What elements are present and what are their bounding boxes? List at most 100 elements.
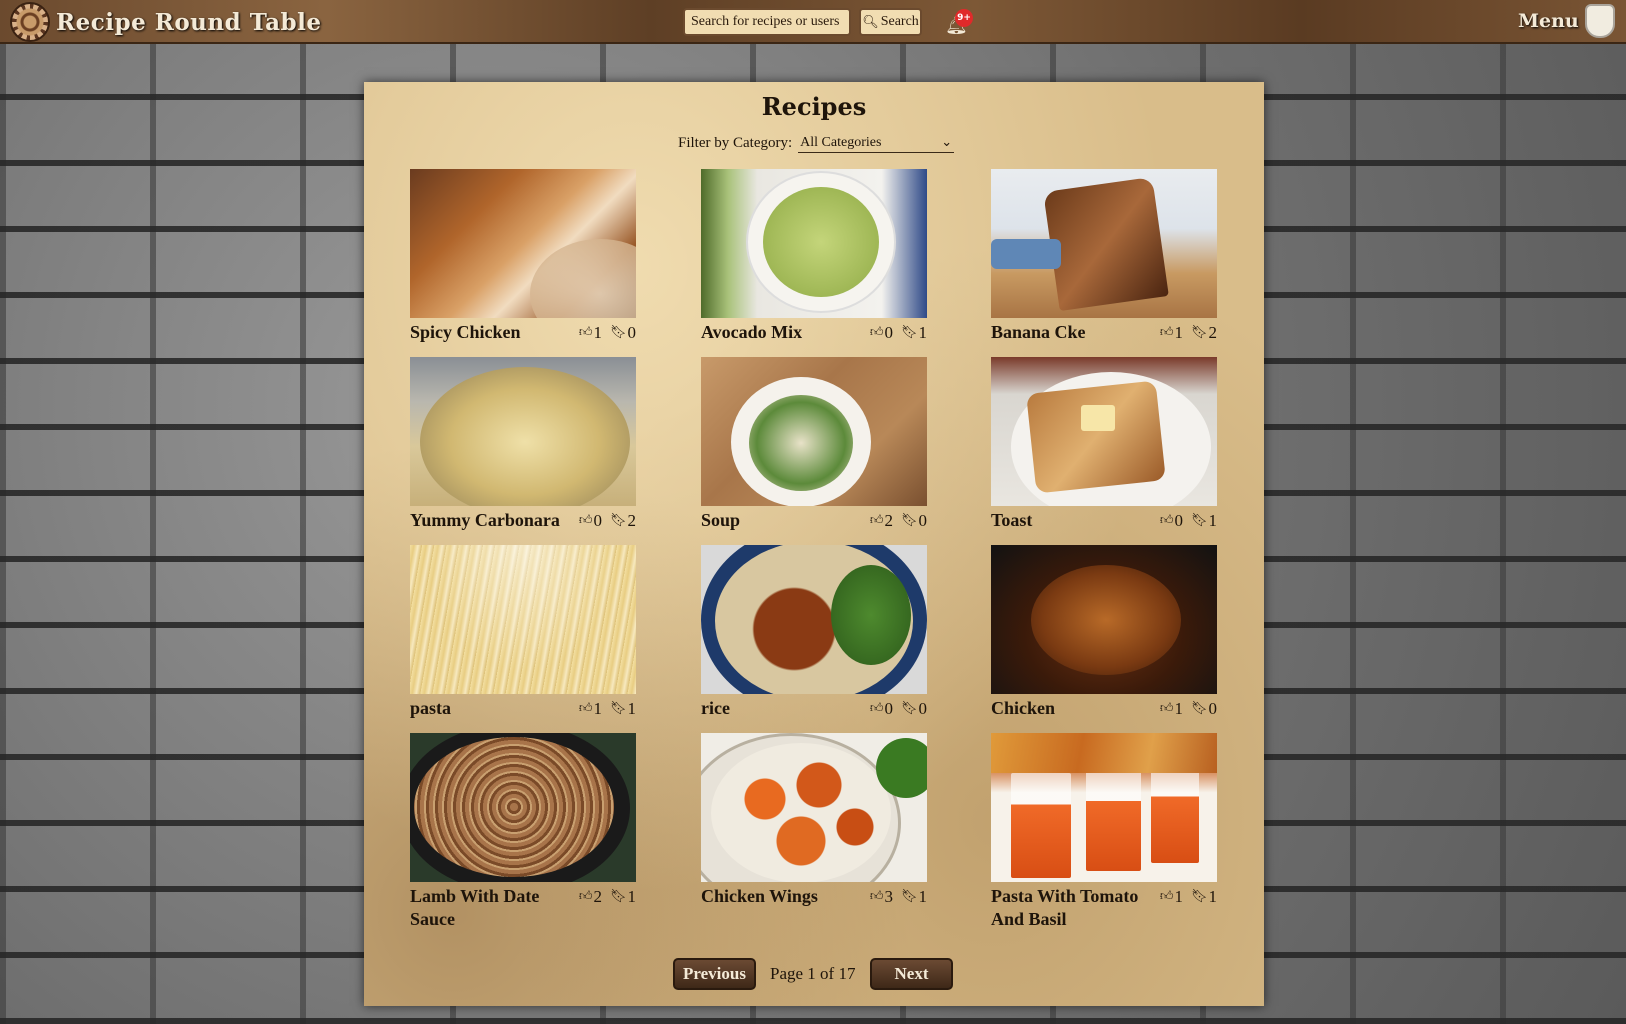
bookmark-icon: 🔖︎ (609, 701, 627, 716)
recipe-image[interactable] (410, 357, 636, 506)
save-count: 0 (1208, 699, 1218, 718)
save-count: 1 (1208, 511, 1218, 530)
thumbs-up-icon: 👍︎ (1159, 325, 1174, 340)
recipe-title[interactable]: Spicy Chicken (410, 321, 560, 344)
recipe-card[interactable]: Lamb With Date Sauce 👍︎ 2 🔖︎ 1 (410, 733, 636, 931)
recipe-title[interactable]: Chicken (991, 697, 1141, 720)
thumbs-up-icon: 👍︎ (578, 889, 593, 904)
recipe-card[interactable]: Spicy Chicken 👍︎ 1 🔖︎ 0 (410, 169, 636, 344)
recipe-title[interactable]: Chicken Wings (701, 885, 851, 908)
like-button[interactable]: 👍︎ 0 (870, 697, 893, 720)
bookmark-button[interactable]: 🔖︎ 0 (1191, 697, 1217, 720)
recipe-image[interactable] (410, 733, 636, 882)
recipe-image[interactable] (410, 169, 636, 318)
like-button[interactable]: 👍︎ 0 (870, 321, 893, 344)
like-button[interactable]: 👍︎ 0 (579, 509, 602, 532)
bookmark-button[interactable]: 🔖︎ 2 (610, 509, 636, 532)
recipe-card[interactable]: Pasta With Tomato And Basil 👍︎ 1 🔖︎ 1 (991, 733, 1217, 931)
bookmark-button[interactable]: 🔖︎ 1 (610, 885, 636, 908)
next-button[interactable]: Next (870, 958, 953, 990)
recipe-image[interactable] (410, 545, 636, 694)
bookmark-button[interactable]: 🔖︎ 0 (901, 509, 927, 532)
search-input[interactable]: Search for recipes or users (683, 8, 851, 36)
recipe-title[interactable]: pasta (410, 697, 560, 720)
category-select[interactable]: All Categories ⌄ (798, 133, 955, 153)
recipe-title[interactable]: Pasta With Tomato And Basil (991, 885, 1141, 931)
recipe-title[interactable]: Soup (701, 509, 851, 532)
recipe-title[interactable]: Yummy Carbonara (410, 509, 560, 532)
like-button[interactable]: 👍︎ 1 (1160, 885, 1183, 908)
recipe-card[interactable]: Toast 👍︎ 0 🔖︎ 1 (991, 357, 1217, 532)
page-indicator: Page 1 of 17 (770, 964, 856, 983)
menu-button[interactable]: Menu (1518, 4, 1615, 38)
like-button[interactable]: 👍︎ 2 (870, 509, 893, 532)
recipe-card[interactable]: Chicken 👍︎ 1 🔖︎ 0 (991, 545, 1217, 720)
recipe-title[interactable]: Banana Cke (991, 321, 1141, 344)
recipe-image[interactable] (701, 733, 927, 882)
like-count: 2 (884, 511, 893, 530)
recipe-title[interactable]: Avocado Mix (701, 321, 851, 344)
recipe-image[interactable] (991, 733, 1217, 882)
like-count: 0 (593, 511, 602, 530)
recipe-card[interactable]: Chicken Wings 👍︎ 3 🔖︎ 1 (701, 733, 927, 908)
save-count: 1 (627, 887, 637, 906)
bookmark-icon: 🔖︎ (609, 889, 627, 904)
bookmark-icon: 🔖︎ (1190, 325, 1208, 340)
bookmark-button[interactable]: 🔖︎ 1 (1191, 509, 1217, 532)
bookmark-icon: 🔖︎ (1190, 701, 1208, 716)
recipe-card[interactable]: Banana Cke 👍︎ 1 🔖︎ 2 (991, 169, 1217, 344)
recipe-card[interactable]: Yummy Carbonara 👍︎ 0 🔖︎ 2 (410, 357, 636, 532)
recipe-card[interactable]: Soup 👍︎ 2 🔖︎ 0 (701, 357, 927, 532)
save-count: 0 (918, 511, 928, 530)
notifications-button[interactable]: 🔔︎ 9+ (943, 9, 973, 37)
bookmark-button[interactable]: 🔖︎ 0 (610, 321, 636, 344)
like-count: 1 (1174, 323, 1183, 342)
recipe-image[interactable] (701, 545, 927, 694)
bookmark-button[interactable]: 🔖︎ 0 (901, 697, 927, 720)
search-button-label: Search (880, 14, 919, 29)
bookmark-button[interactable]: 🔖︎ 2 (1191, 321, 1217, 344)
bookmark-button[interactable]: 🔖︎ 1 (901, 885, 927, 908)
like-button[interactable]: 👍︎ 1 (1160, 321, 1183, 344)
app-logo[interactable]: Recipe Round Table (10, 2, 321, 42)
recipe-title[interactable]: Lamb With Date Sauce (410, 885, 560, 931)
pagination: Previous Page 1 of 17 Next (364, 958, 1264, 990)
bookmark-button[interactable]: 🔖︎ 1 (610, 697, 636, 720)
search-button[interactable]: 🔍︎ Search (859, 8, 922, 36)
like-button[interactable]: 👍︎ 0 (1160, 509, 1183, 532)
like-button[interactable]: 👍︎ 2 (579, 885, 602, 908)
recipe-card[interactable]: rice 👍︎ 0 🔖︎ 0 (701, 545, 927, 720)
recipe-image[interactable] (991, 169, 1217, 318)
recipe-image[interactable] (701, 357, 927, 506)
thumbs-up-icon: 👍︎ (1159, 889, 1174, 904)
like-button[interactable]: 👍︎ 1 (1160, 697, 1183, 720)
round-table-logo-icon (10, 2, 50, 42)
top-bar: Recipe Round Table Search for recipes or… (0, 0, 1626, 44)
bookmark-button[interactable]: 🔖︎ 1 (901, 321, 927, 344)
chef-hat-icon (1584, 4, 1615, 38)
thumbs-up-icon: 👍︎ (869, 513, 884, 528)
save-count: 1 (918, 323, 928, 342)
recipe-image[interactable] (991, 545, 1217, 694)
bookmark-icon: 🔖︎ (900, 513, 918, 528)
recipe-card[interactable]: Avocado Mix 👍︎ 0 🔖︎ 1 (701, 169, 927, 344)
like-count: 2 (593, 887, 602, 906)
like-button[interactable]: 👍︎ 3 (870, 885, 893, 908)
bookmark-icon: 🔖︎ (1190, 513, 1208, 528)
recipe-image[interactable] (991, 357, 1217, 506)
save-count: 2 (627, 511, 637, 530)
recipe-image[interactable] (701, 169, 927, 318)
like-count: 1 (1174, 699, 1183, 718)
like-button[interactable]: 👍︎ 1 (579, 321, 602, 344)
page-title: Recipes (761, 92, 867, 121)
recipe-title[interactable]: rice (701, 697, 851, 720)
recipe-title[interactable]: Toast (991, 509, 1141, 532)
save-count: 1 (1208, 887, 1218, 906)
like-button[interactable]: 👍︎ 1 (579, 697, 602, 720)
thumbs-up-icon: 👍︎ (1159, 701, 1174, 716)
previous-button[interactable]: Previous (673, 958, 756, 990)
thumbs-up-icon: 👍︎ (869, 701, 884, 716)
category-filter: Filter by Category: All Categories ⌄ (678, 133, 955, 153)
bookmark-button[interactable]: 🔖︎ 1 (1191, 885, 1217, 908)
recipe-card[interactable]: pasta 👍︎ 1 🔖︎ 1 (410, 545, 636, 720)
